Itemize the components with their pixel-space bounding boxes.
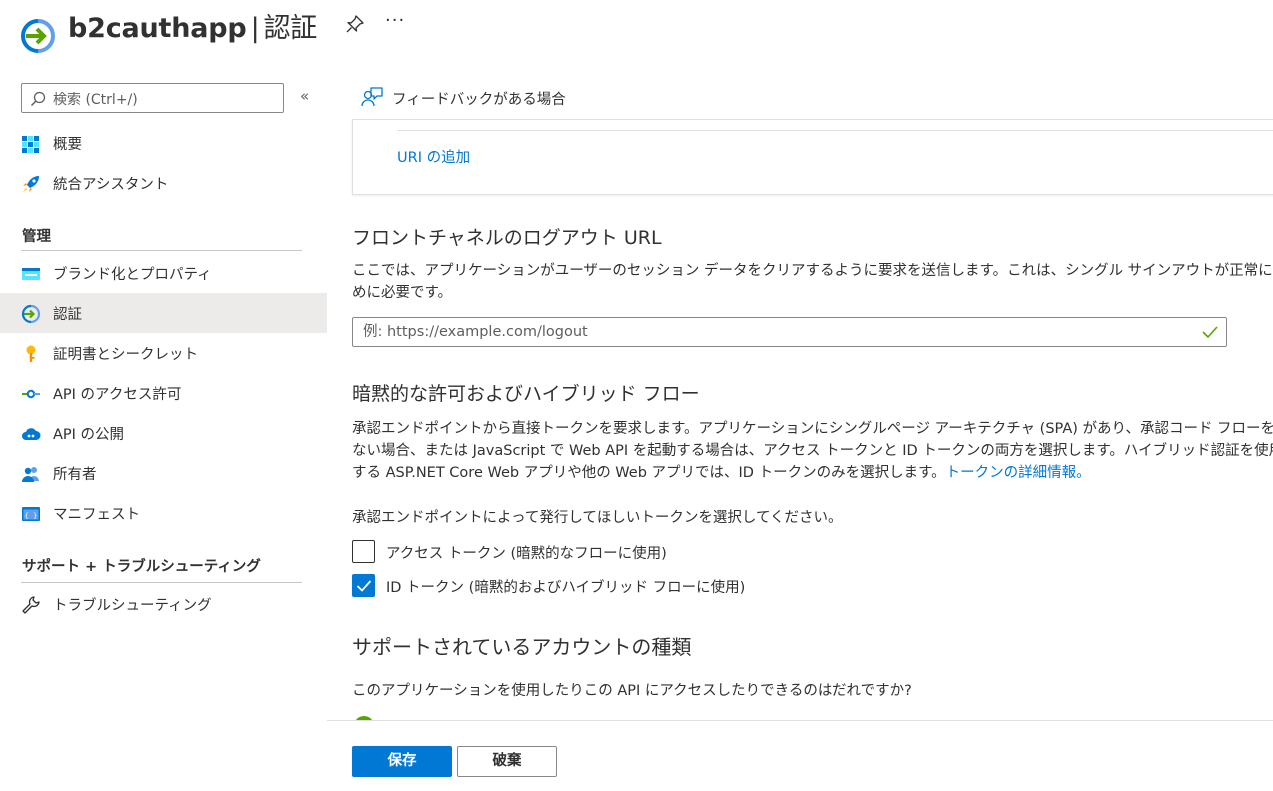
section-divider xyxy=(21,582,302,583)
app-registration-icon xyxy=(21,19,55,53)
wrench-icon xyxy=(22,596,40,614)
sidebar-item-authentication[interactable]: 認証 xyxy=(0,293,327,333)
feedback-label: フィードバックがある場合 xyxy=(392,92,566,108)
sidebar-item-label: 所有者 xyxy=(53,467,97,483)
api-permissions-icon xyxy=(22,389,40,399)
sidebar-item-label: 統合アシスタント xyxy=(53,177,169,193)
sidebar-section-support: サポート + トラブルシューティング xyxy=(22,559,261,575)
sidebar-item-label: API のアクセス許可 xyxy=(53,387,182,403)
checkbox-label: ID トークン (暗黙的およびハイブリッド フローに使用) xyxy=(386,580,746,596)
sidebar-item-label: 認証 xyxy=(53,307,82,323)
blade-header: b2cauthapp | 認証 ··· xyxy=(0,0,1273,70)
sidebar-item-label: マニフェスト xyxy=(53,507,140,523)
sidebar-search-input[interactable]: 検索 (Ctrl+/) xyxy=(21,83,284,113)
front-channel-description: ここでは、アプリケーションがユーザーのセッション データをクリアするように要求を… xyxy=(352,260,1273,304)
section-divider xyxy=(21,250,302,251)
title-separator: | xyxy=(250,13,260,44)
key-icon xyxy=(26,345,36,362)
logout-url-field[interactable] xyxy=(352,317,1227,347)
valid-check-icon xyxy=(1202,326,1218,339)
sidebar-item-manifest[interactable]: { } マニフェスト xyxy=(0,493,327,533)
pin-icon[interactable] xyxy=(345,14,365,34)
discard-button[interactable]: 破棄 xyxy=(457,746,557,777)
page-name: 認証 xyxy=(263,13,318,44)
sidebar-item-label: ブランド化とプロパティ xyxy=(53,267,212,283)
action-footer: 保存 破棄 xyxy=(327,720,1273,791)
sidebar-item-label: 概要 xyxy=(53,137,82,153)
implicit-grant-description: 承認エンドポイントから直接トークンを要求します。アプリケーションにシングルページ… xyxy=(352,418,1273,484)
sidebar-item-expose-api[interactable]: API の公開 xyxy=(0,413,327,453)
card-divider xyxy=(397,130,1273,131)
id-token-checkbox[interactable] xyxy=(352,574,375,597)
implicit-grant-heading: 暗黙的な許可およびハイブリッド フロー xyxy=(352,383,700,405)
checkbox-label: アクセス トークン (暗黙的なフローに使用) xyxy=(386,546,667,562)
owners-icon xyxy=(22,467,39,482)
logout-url-input[interactable] xyxy=(363,322,1183,342)
description-line: ここでは、アプリケーションがユーザーのセッション データをクリアするように要求を… xyxy=(352,263,1273,279)
cloud-icon xyxy=(22,428,41,440)
description-line: する ASP.NET Core Web アプリや他の Web アプリでは、ID … xyxy=(352,465,946,481)
description-line: めに必要です。 xyxy=(352,285,453,301)
collapse-sidebar-button[interactable]: « xyxy=(300,87,309,105)
feedback-icon xyxy=(361,87,383,107)
token-details-link[interactable]: トークンの詳細情報。 xyxy=(946,465,1091,481)
more-actions-button[interactable]: ··· xyxy=(385,10,405,31)
overview-grid-icon xyxy=(22,136,39,153)
access-token-checkbox[interactable] xyxy=(352,540,375,563)
sidebar-item-label: トラブルシューティング xyxy=(53,598,212,614)
sidebar-item-troubleshooting[interactable]: トラブルシューティング xyxy=(0,584,327,624)
search-icon xyxy=(30,91,46,107)
redirect-uri-card: URI の追加 xyxy=(352,119,1273,195)
app-name: b2cauthapp xyxy=(68,13,247,44)
add-uri-link[interactable]: URI の追加 xyxy=(397,146,470,167)
account-types-question: このアプリケーションを使用したりこの API にアクセスしたりできるのはだれです… xyxy=(352,683,912,699)
save-button[interactable]: 保存 xyxy=(352,746,452,777)
sidebar-item-label: API の公開 xyxy=(53,427,125,443)
sidebar-item-label: 証明書とシークレット xyxy=(53,347,198,363)
main-content: フィードバックがある場合 URI の追加 フロントチャネルのログアウト URL … xyxy=(327,70,1273,720)
search-placeholder: 検索 (Ctrl+/) xyxy=(53,92,138,108)
sidebar: 検索 (Ctrl+/) « 概要 統合アシスタント 管理 ブランド化とプロパティ xyxy=(0,70,327,791)
page-title: b2cauthapp | 認証 xyxy=(68,6,317,45)
description-line: ない場合、または JavaScript で Web API を起動する場合は、ア… xyxy=(352,443,1273,459)
sidebar-item-overview[interactable]: 概要 xyxy=(0,123,327,163)
checkmark-icon xyxy=(356,580,372,592)
authentication-icon xyxy=(21,304,41,324)
front-channel-logout-heading: フロントチャネルのログアウト URL xyxy=(352,227,662,249)
sidebar-item-owners[interactable]: 所有者 xyxy=(0,453,327,493)
rocket-icon xyxy=(23,176,39,192)
manifest-icon: { } xyxy=(22,507,40,521)
branding-icon xyxy=(22,268,40,280)
description-line: 承認エンドポイントから直接トークンを要求します。アプリケーションにシングルページ… xyxy=(352,421,1273,437)
svg-text:{ }: { } xyxy=(25,512,38,520)
sidebar-item-branding[interactable]: ブランド化とプロパティ xyxy=(0,253,327,293)
supported-account-types-heading: サポートされているアカウントの種類 xyxy=(352,635,692,659)
sidebar-section-manage: 管理 xyxy=(22,229,51,245)
sidebar-item-integration-assistant[interactable]: 統合アシスタント xyxy=(0,163,327,203)
token-select-prompt: 承認エンドポイントによって発行してほしいトークンを選択してください。 xyxy=(352,510,843,526)
sidebar-item-api-permissions[interactable]: API のアクセス許可 xyxy=(0,373,327,413)
sidebar-item-certificates-secrets[interactable]: 証明書とシークレット xyxy=(0,333,327,373)
